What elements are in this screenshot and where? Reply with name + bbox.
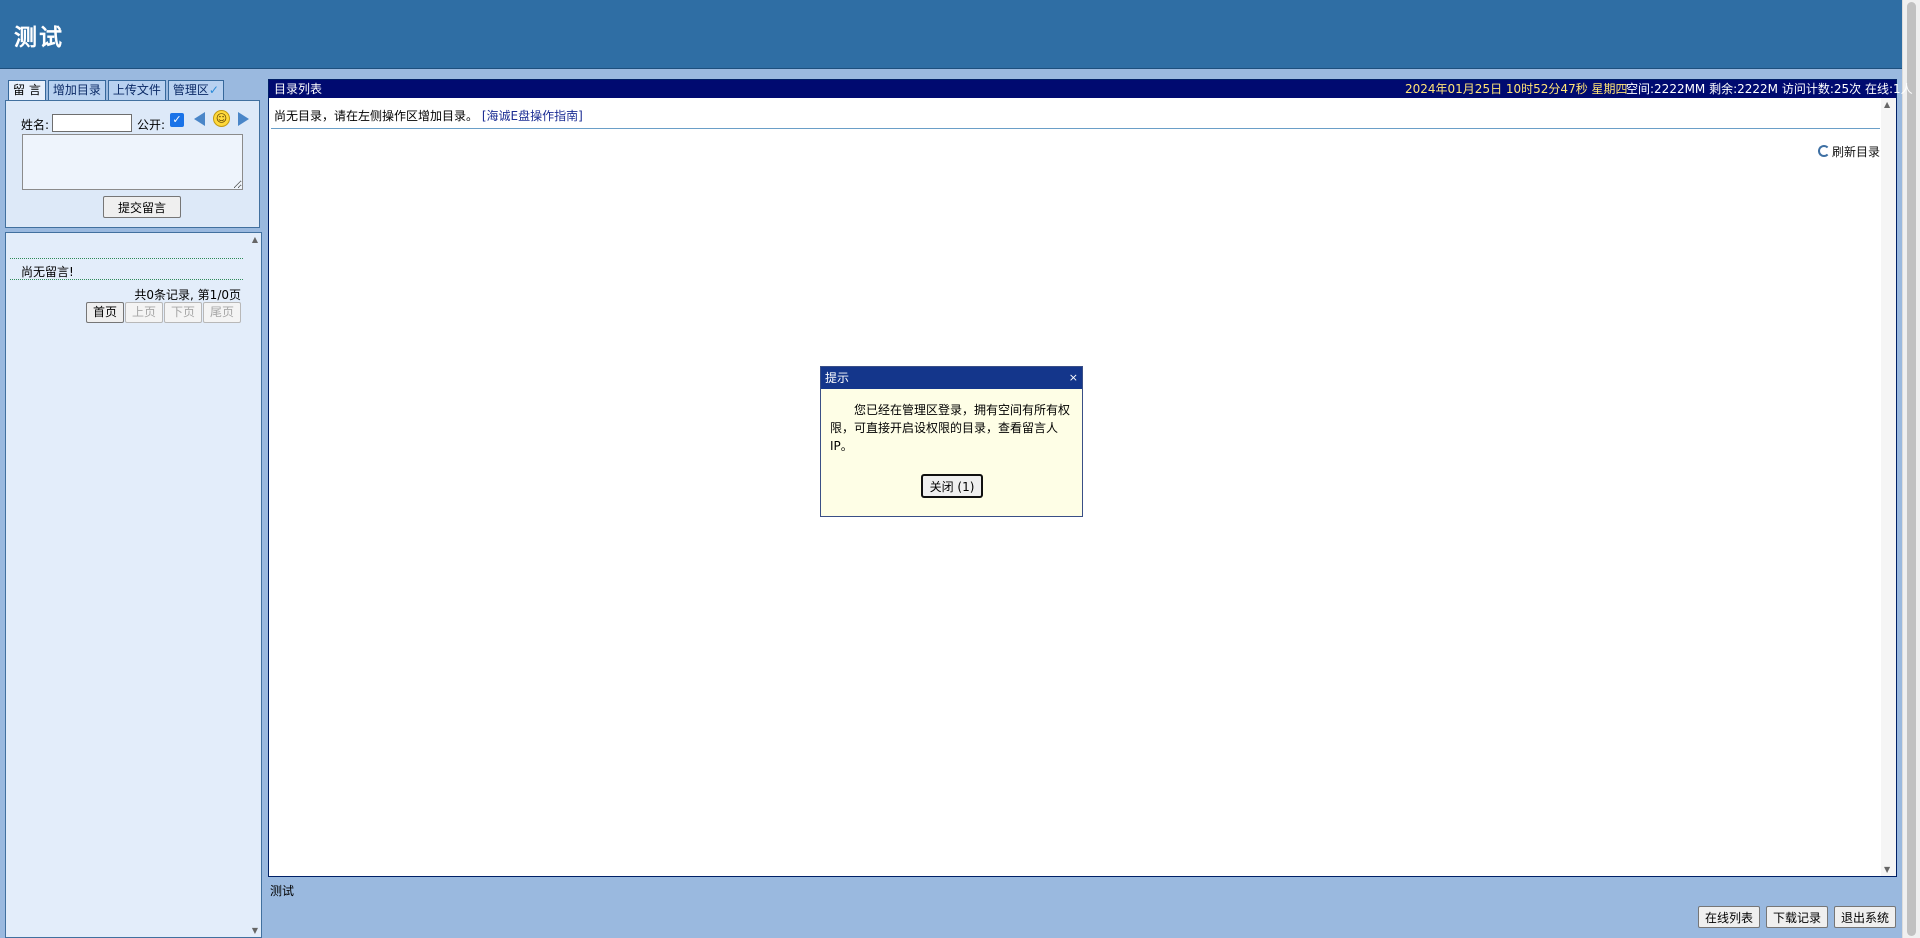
empty-messages-text: 尚无留言! (21, 265, 74, 279)
scroll-down-icon[interactable]: ▼ (1884, 865, 1890, 874)
smiley-icon[interactable]: ☺ (213, 110, 230, 127)
logout-button[interactable]: 退出系统 (1833, 906, 1896, 928)
left-tab-bar: 留 言 增加目录 上传文件 管理区✓ (8, 80, 226, 101)
tab-upload-file[interactable]: 上传文件 (107, 80, 166, 100)
footer-toolbar: 在线列表 下载记录 退出系统 (1692, 906, 1896, 928)
directory-scrollbar[interactable]: ▲ ▼ (1881, 98, 1896, 876)
record-info: 共0条记录, 第1/0页 (134, 288, 241, 302)
message-textarea[interactable] (22, 134, 243, 190)
first-page-button[interactable]: 首页 (85, 302, 124, 323)
directory-header-bar: 目录列表 2024年01月25日 10时52分47秒 星期四 空间:2222MM… (269, 80, 1913, 98)
message-list: ▲ 尚无留言! 共0条记录, 第1/0页 首页 上页 下页 尾页 ▼ (5, 232, 262, 938)
last-page-button[interactable]: 尾页 (202, 302, 241, 323)
next-page-button[interactable]: 下页 (163, 302, 202, 323)
dialog-close-button[interactable]: 关闭 (1) (921, 474, 983, 498)
check-icon: ✓ (208, 83, 219, 97)
message-form: 姓名: 公开: ✓ ☺ 提交留言 (5, 100, 260, 228)
notice-dialog: 提示 × 您已经在管理区登录，拥有空间有所有权限，可直接开启设权限的目录，查看留… (820, 366, 1083, 517)
site-header: 测试 (0, 0, 1902, 69)
scrollbar-thumb[interactable] (1907, 2, 1916, 936)
left-sidebar: 留 言 增加目录 上传文件 管理区✓ 姓名: 公开: ✓ ☺ 提交留言 ▲ 尚无… (5, 79, 262, 938)
divider (10, 258, 243, 259)
space-stats-text: 空间:2222MM 剩余:2222M 访问计数:25次 在线:1人 (1626, 82, 1913, 96)
online-list-button[interactable]: 在线列表 (1697, 906, 1760, 928)
tab-message[interactable]: 留 言 (8, 80, 46, 101)
empty-directory-note: 尚无目录，请在左侧操作区增加目录。 [海诚E盘操作指南] (274, 107, 583, 124)
dialog-message: 您已经在管理区登录，拥有空间有所有权限，可直接开启设权限的目录，查看留言人IP。 (830, 403, 1071, 453)
dialog-title-bar: 提示 × (821, 367, 1082, 389)
divider (271, 128, 1880, 129)
name-input[interactable] (52, 114, 132, 132)
submit-message-button[interactable]: 提交留言 (103, 196, 181, 218)
name-label: 姓名: (21, 118, 50, 132)
close-icon[interactable]: × (1069, 367, 1078, 389)
download-log-button[interactable]: 下载记录 (1765, 906, 1828, 928)
directory-title: 目录列表 (274, 82, 323, 96)
tab-add-directory[interactable]: 增加目录 (47, 80, 106, 100)
scroll-up-icon[interactable]: ▲ (1884, 100, 1890, 109)
refresh-directory-link[interactable]: 刷新目录 (1818, 143, 1880, 160)
footer-title: 测试 (270, 884, 295, 898)
empty-directory-text: 尚无目录，请在左侧操作区增加目录。 (274, 109, 479, 123)
next-emoji-arrow-icon[interactable] (238, 112, 249, 126)
site-title: 测试 (14, 25, 64, 51)
guide-link[interactable]: [海诚E盘操作指南] (482, 109, 583, 123)
refresh-label: 刷新目录 (1832, 145, 1881, 159)
divider (10, 279, 243, 280)
dialog-title: 提示 (825, 371, 850, 385)
scroll-up-icon[interactable]: ▲ (252, 235, 258, 244)
tab-admin-label: 管理区 (172, 83, 209, 97)
prev-page-button[interactable]: 上页 (124, 302, 163, 323)
page-scrollbar[interactable] (1902, 0, 1920, 938)
tab-admin[interactable]: 管理区✓ (167, 80, 224, 100)
scroll-down-icon[interactable]: ▼ (252, 926, 258, 935)
public-label: 公开: (137, 118, 166, 132)
pager: 首页 上页 下页 尾页 (85, 302, 241, 323)
public-checkbox[interactable]: ✓ (170, 113, 184, 127)
datetime-text: 2024年01月25日 10时52分47秒 星期四 (1405, 82, 1628, 96)
prev-emoji-arrow-icon[interactable] (194, 112, 205, 126)
refresh-icon (1818, 145, 1830, 157)
